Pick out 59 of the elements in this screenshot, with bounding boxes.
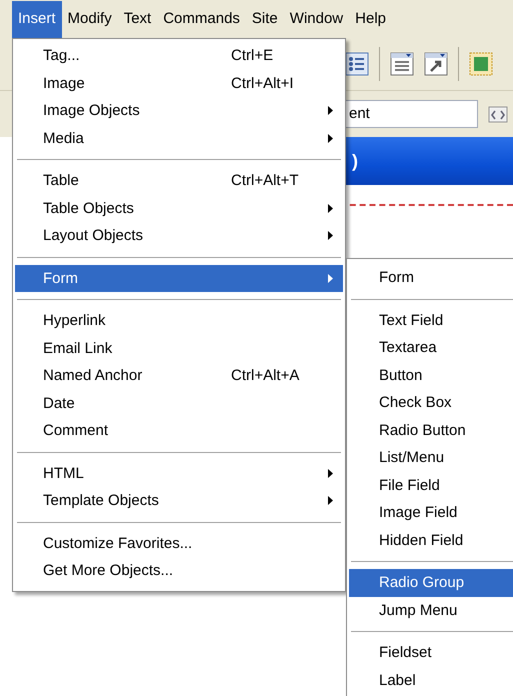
menu-item[interactable]: Hyperlink — [15, 307, 343, 334]
menu-bar-item[interactable]: Text — [118, 0, 158, 38]
menu-item-label: Media — [43, 130, 84, 147]
menu-bar-item[interactable]: Modify — [62, 0, 118, 38]
menu-item[interactable]: Radio Button — [349, 416, 513, 444]
menu-item[interactable]: Table Objects — [15, 194, 343, 222]
menu-item-label: HTML — [43, 464, 84, 482]
menu-item[interactable]: HTML — [15, 460, 343, 487]
menu-item-label: Hyperlink — [43, 312, 106, 330]
menu-item[interactable]: Text Field — [349, 306, 513, 334]
menu-item[interactable]: Named Anchor Ctrl+Alt+A — [15, 362, 343, 390]
menu-bar-item[interactable]: Insert — [12, 0, 62, 38]
menu-item[interactable]: Radio Group — [349, 569, 513, 596]
menu-item[interactable]: Image Field — [349, 499, 513, 526]
menu-item-label: Email Link — [43, 340, 112, 357]
menu-item[interactable]: Layout Objects — [15, 222, 343, 250]
menu-item[interactable]: Get More Objects... — [15, 557, 343, 584]
menu-item-label: Customize Favorites... — [43, 534, 192, 552]
code-icon[interactable] — [488, 104, 508, 124]
menu-item[interactable]: Comment — [15, 417, 343, 444]
menu-item-label: Table Objects — [43, 200, 134, 217]
menu-item[interactable]: Hidden Field — [349, 526, 513, 554]
menu-item[interactable]: Image Ctrl+Alt+I — [15, 70, 343, 97]
menu-item-label: Tag... — [43, 47, 80, 64]
menu-item-label: Table — [43, 172, 79, 190]
menu-item[interactable]: Customize Favorites... — [15, 530, 343, 557]
menu-item-label: Image Objects — [43, 102, 140, 120]
menu-bar-item[interactable]: Commands — [157, 0, 246, 38]
menu-item[interactable]: Email Link — [15, 334, 343, 362]
menu-bar-item[interactable]: Site — [246, 0, 284, 38]
menu-item[interactable]: Check Box — [349, 389, 513, 416]
shortcut: Ctrl+E — [231, 47, 274, 64]
shortcut: Ctrl+Alt+A — [231, 367, 300, 384]
menu-item[interactable]: Template Objects — [15, 487, 343, 514]
menu-item-label: Date — [43, 394, 75, 412]
menu-item[interactable]: Date — [15, 390, 343, 417]
menu-item-label: Form — [43, 270, 78, 287]
menu-item[interactable]: List/Menu — [349, 444, 513, 472]
menu-item-label: Image — [43, 74, 85, 92]
menu-item-label: Get More Objects... — [43, 562, 174, 580]
menu-bar-item[interactable]: Help — [349, 0, 392, 38]
menu-item[interactable]: Form — [15, 264, 343, 292]
menu-item-label: Template Objects — [43, 492, 159, 510]
menu-item[interactable]: Tag... Ctrl+E — [15, 42, 343, 70]
menu-item-label: Comment — [43, 422, 108, 440]
menu-item-label: Layout Objects — [43, 227, 144, 244]
list-menu-icon[interactable] — [390, 52, 414, 76]
menu-item[interactable]: Textarea — [349, 334, 513, 362]
menu-item-label: Named Anchor — [43, 367, 142, 384]
menu-bar-item[interactable]: Window — [284, 0, 350, 38]
menu-item[interactable]: Fieldset — [349, 639, 513, 666]
menu-item[interactable]: Jump Menu — [349, 596, 513, 624]
menu-item[interactable]: Button — [349, 362, 513, 389]
menu-item[interactable]: Form — [349, 264, 513, 292]
shortcut: Ctrl+Alt+T — [231, 172, 299, 190]
menu-item[interactable]: File Field — [349, 472, 513, 499]
menu-item[interactable]: Label — [349, 666, 513, 694]
shortcut: Ctrl+Alt+I — [231, 74, 294, 92]
list-icon[interactable] — [345, 52, 369, 76]
